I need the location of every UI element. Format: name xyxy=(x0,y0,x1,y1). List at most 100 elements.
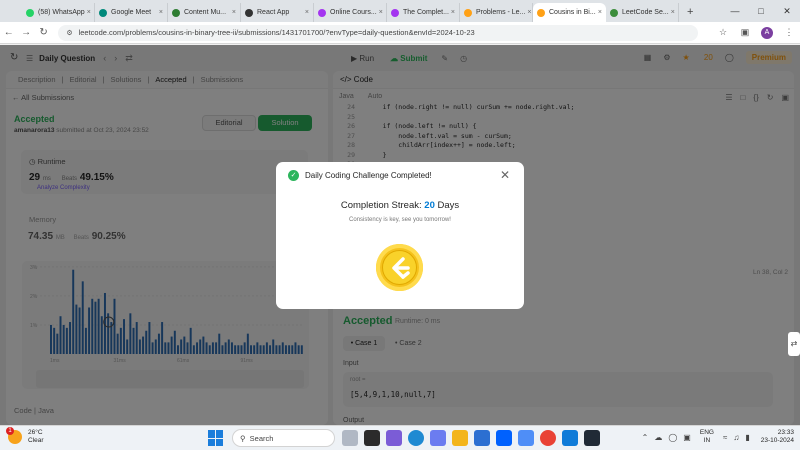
vscode-icon[interactable] xyxy=(562,430,578,446)
minimize-icon[interactable]: — xyxy=(722,6,748,16)
close-icon[interactable]: ✕ xyxy=(500,168,510,182)
browser-tab[interactable]: Online Cours... × xyxy=(314,3,387,22)
new-tab-icon[interactable]: + xyxy=(679,3,701,22)
tab-title: LeetCode Se... xyxy=(622,9,669,16)
weather-condition: Clear xyxy=(28,437,44,444)
completion-modal: ✓ Daily Coding Challenge Completed! ✕ Co… xyxy=(276,162,524,309)
address-bar: ← → ↻ ⚙ leetcode.com/problems/cousins-in… xyxy=(0,22,800,44)
browser-tab[interactable]: The Complet... × xyxy=(387,3,460,22)
tab-favicon-icon xyxy=(26,8,34,17)
streak-label: Completion Streak: xyxy=(340,200,422,211)
battery-icon[interactable]: ▮ xyxy=(745,433,749,442)
tab-close-icon[interactable]: × xyxy=(449,9,455,16)
browser-tab[interactable]: Content Mu... × xyxy=(168,3,241,22)
tab-title: (58) WhatsApp xyxy=(38,9,85,16)
tab-favicon-icon xyxy=(391,8,399,17)
tab-favicon-icon xyxy=(245,8,253,17)
tab-close-icon[interactable]: × xyxy=(525,9,531,16)
tab-close-icon[interactable]: × xyxy=(669,9,675,16)
extensions-icon[interactable]: ▣ xyxy=(734,27,756,38)
forward-icon[interactable]: → xyxy=(17,27,34,38)
back-icon[interactable]: ← xyxy=(0,27,17,38)
browser-tab[interactable]: Problems - Le... × xyxy=(460,3,533,22)
side-panel-toggle-icon[interactable]: ⇄ xyxy=(788,332,800,356)
tab-favicon-icon xyxy=(318,8,326,17)
check-icon: ✓ xyxy=(288,170,299,181)
tab-close-icon[interactable]: × xyxy=(85,9,91,16)
date: 23-10-2024 xyxy=(760,437,794,444)
language-indicator[interactable]: ENG IN xyxy=(700,429,714,445)
completion-streak: Completion Streak: 20 Days xyxy=(276,200,524,211)
site-info-icon[interactable]: ⚙ xyxy=(66,29,72,37)
tab-favicon-icon xyxy=(464,8,472,17)
search-label: Search xyxy=(249,433,274,443)
window-controls: — □ ✕ xyxy=(722,0,800,22)
chrome-icon[interactable] xyxy=(540,430,556,446)
browser-tab[interactable]: (58) WhatsApp × xyxy=(22,3,95,22)
onedrive-icon[interactable]: ◯ xyxy=(668,433,677,442)
browser-tab[interactable]: Google Meet × xyxy=(95,3,168,22)
temperature: 26°C xyxy=(28,429,43,436)
tab-close-icon[interactable]: × xyxy=(230,9,236,16)
task-view-icon[interactable] xyxy=(364,430,380,446)
terminal-icon[interactable] xyxy=(584,430,600,446)
windows-taskbar: 1 26°C Clear ⚲ Search ⌃ ☁ ◯ ▣ ENG IN ≈ ♫… xyxy=(0,425,800,450)
start-icon[interactable] xyxy=(208,430,224,446)
tab-close-icon[interactable]: × xyxy=(377,9,383,16)
copilot-app-icon[interactable] xyxy=(430,430,446,446)
streak-message: Consistency is key, see you tomorrow! xyxy=(349,217,451,223)
close-window-icon[interactable]: ✕ xyxy=(774,6,800,17)
bookmark-star-icon[interactable]: ☆ xyxy=(712,27,734,38)
time: 23:33 xyxy=(777,429,794,436)
modal-title: Daily Coding Challenge Completed! xyxy=(305,171,432,180)
streak-number: 20 xyxy=(424,200,435,211)
url-field[interactable]: ⚙ leetcode.com/problems/cousins-in-binar… xyxy=(58,24,698,41)
browser-tab[interactable]: LeetCode Se... × xyxy=(606,3,679,22)
tab-title: Online Cours... xyxy=(330,9,377,16)
file-explorer-icon[interactable] xyxy=(452,430,468,446)
maximize-icon[interactable]: □ xyxy=(748,6,774,16)
system-tray: ⌃ ☁ ◯ ▣ ENG IN ≈ ♫ ▮ 23:33 23-10-2024 xyxy=(639,429,794,445)
url-text: leetcode.com/problems/cousins-in-binary-… xyxy=(78,28,475,37)
dropbox-icon[interactable] xyxy=(496,430,512,446)
lang-top: ENG xyxy=(699,429,714,436)
taskbar-search[interactable]: ⚲ Search xyxy=(232,429,335,447)
tab-title: React App xyxy=(257,9,290,16)
leetcode-coin-icon xyxy=(376,244,423,291)
taskbar-center: ⚲ Search xyxy=(208,429,603,447)
browser-tab-bar: (58) WhatsApp × Google Meet × Content Mu... ×… xyxy=(0,0,800,22)
tab-favicon-icon xyxy=(537,8,545,17)
menu-dots-icon[interactable]: ⋮ xyxy=(778,27,800,38)
lang-bottom: IN xyxy=(703,437,711,444)
tab-title: Cousins in Bi... xyxy=(549,9,596,16)
calendar-icon[interactable] xyxy=(518,430,534,446)
teams-icon[interactable] xyxy=(386,430,402,446)
tab-title: The Complet... xyxy=(403,9,449,16)
tab-title: Google Meet xyxy=(111,9,152,16)
tab-favicon-icon xyxy=(172,8,180,17)
clock[interactable]: 23:33 23-10-2024 xyxy=(761,429,794,445)
volume-icon[interactable]: ♫ xyxy=(733,433,739,442)
cloud-icon[interactable]: ☁ xyxy=(654,433,662,442)
browser-tab[interactable]: Cousins in Bi... × xyxy=(533,3,606,22)
edge-icon[interactable] xyxy=(408,430,424,446)
reload-icon[interactable]: ↻ xyxy=(35,27,52,38)
tray-chevron-icon[interactable]: ⌃ xyxy=(642,433,649,442)
browser-tab[interactable]: React App × xyxy=(241,3,314,22)
copilot-icon[interactable] xyxy=(342,430,358,446)
tab-title: Problems - Le... xyxy=(476,9,526,16)
tab-close-icon[interactable]: × xyxy=(157,9,163,16)
tab-close-icon[interactable]: × xyxy=(303,9,309,16)
wifi-icon[interactable]: ≈ xyxy=(723,433,727,442)
tab-close-icon[interactable]: × xyxy=(596,9,602,16)
camera-icon[interactable]: ▣ xyxy=(683,433,691,442)
tab-favicon-icon xyxy=(99,8,107,17)
notification-badge: 1 xyxy=(6,427,14,435)
profile-avatar[interactable]: A xyxy=(761,26,773,39)
weather-icon: 1 xyxy=(6,427,22,444)
tab-favicon-icon xyxy=(610,8,618,17)
store-icon[interactable] xyxy=(474,430,490,446)
streak-unit: Days xyxy=(437,200,460,211)
tab-title: Content Mu... xyxy=(184,9,227,16)
weather-widget[interactable]: 1 26°C Clear xyxy=(6,427,44,445)
